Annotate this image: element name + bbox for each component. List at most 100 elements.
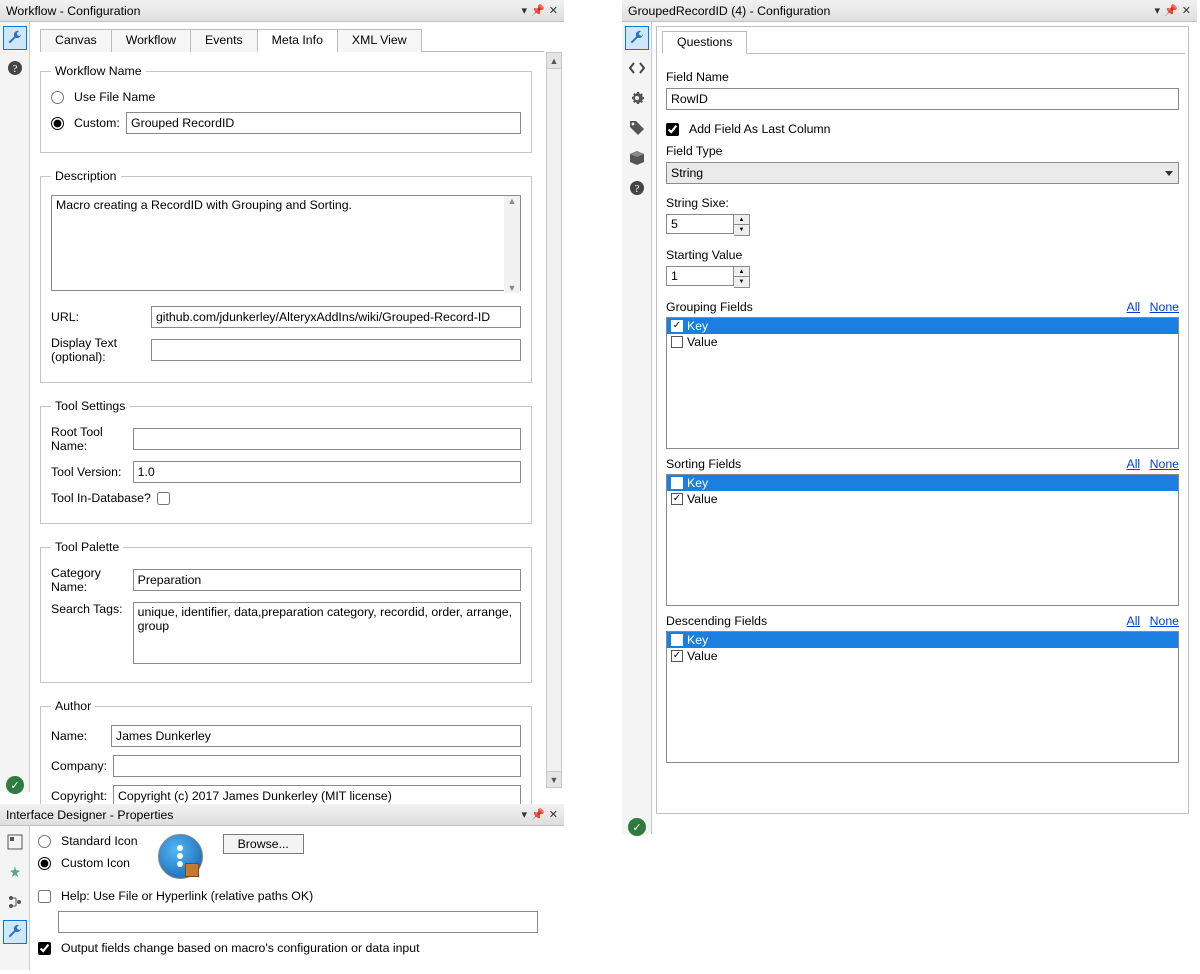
spin-down-icon[interactable]: ▼ xyxy=(734,277,749,287)
descending-none-link[interactable]: None xyxy=(1150,614,1179,628)
field-type-label: Field Type xyxy=(666,144,1179,158)
list-item[interactable]: Value xyxy=(667,334,1178,350)
copyright-label: Copyright: xyxy=(51,789,107,803)
help-checkbox[interactable] xyxy=(38,890,51,903)
descending-listbox[interactable]: Key✓Value xyxy=(666,631,1179,763)
custom-radio[interactable] xyxy=(51,117,64,130)
descending-all-link[interactable]: All xyxy=(1127,614,1141,628)
field-type-dropdown[interactable]: String xyxy=(666,162,1179,184)
in-db-checkbox[interactable] xyxy=(157,492,170,505)
string-size-input[interactable] xyxy=(666,214,734,234)
list-item[interactable]: ✓ Value xyxy=(667,491,1178,507)
interface-title-bar: Interface Designer - Properties ▾ 📌 ✕ xyxy=(0,804,564,826)
root-tool-input[interactable] xyxy=(133,428,521,450)
tags-input[interactable]: unique, identifier, data,preparation cat… xyxy=(133,602,521,664)
checkbox-icon[interactable] xyxy=(671,336,683,348)
tab-questions[interactable]: Questions xyxy=(662,31,747,54)
standard-icon-label: Standard Icon xyxy=(61,834,138,848)
help-label: Help: Use File or Hyperlink (relative pa… xyxy=(61,889,313,903)
start-value-label: Starting Value xyxy=(666,248,1179,262)
spin-down-icon[interactable]: ▼ xyxy=(734,225,749,235)
workflow-name-group: Workflow Name Use File Name Custom: xyxy=(40,64,532,153)
properties-icon[interactable] xyxy=(3,920,27,944)
grouping-all-link[interactable]: All xyxy=(1127,300,1141,314)
close-icon[interactable]: ✕ xyxy=(549,4,558,17)
help-icon[interactable]: ? xyxy=(3,56,27,80)
dropdown-icon[interactable]: ▾ xyxy=(1155,4,1161,17)
string-size-label: String Sixe: xyxy=(666,196,1179,210)
scroll-up-icon[interactable]: ▲ xyxy=(547,53,561,69)
help-input[interactable] xyxy=(58,911,538,933)
tree-view-icon[interactable] xyxy=(3,890,27,914)
display-text-label: Display Text (optional): xyxy=(51,336,145,364)
spin-up-icon[interactable]: ▲ xyxy=(734,215,749,225)
checkbox-icon[interactable]: ✓ xyxy=(671,320,683,332)
dropdown-icon[interactable]: ▾ xyxy=(522,4,528,17)
tab-workflow[interactable]: Workflow xyxy=(111,29,191,52)
pin-icon[interactable]: 📌 xyxy=(531,808,545,821)
custom-input[interactable] xyxy=(126,112,521,134)
tool-palette-group: Tool Palette Category Name: Search Tags:… xyxy=(40,540,532,683)
display-text-input[interactable] xyxy=(151,339,521,361)
help-icon[interactable]: ? xyxy=(625,176,649,200)
checkbox-icon[interactable] xyxy=(671,634,683,646)
config-tabs: Canvas Workflow Events Meta Info XML Vie… xyxy=(40,28,544,52)
scroll-down-icon[interactable]: ▼ xyxy=(547,771,561,787)
wrench-icon[interactable] xyxy=(625,26,649,50)
wrench-icon[interactable] xyxy=(3,26,27,50)
string-size-spinner[interactable]: ▲▼ xyxy=(666,214,1179,236)
tags-label: Search Tags: xyxy=(51,602,127,616)
checkbox-icon[interactable] xyxy=(671,477,683,489)
browse-button[interactable]: Browse... xyxy=(223,834,304,854)
use-file-name-radio[interactable] xyxy=(51,91,64,104)
custom-icon-radio[interactable] xyxy=(38,857,51,870)
tool-version-input[interactable] xyxy=(133,461,521,483)
scrollbar[interactable]: ▲ ▼ xyxy=(546,52,562,788)
dropdown-icon[interactable]: ▾ xyxy=(522,808,528,821)
descending-label: Descending Fields xyxy=(666,614,767,628)
list-item[interactable]: ✓Value xyxy=(667,648,1178,664)
pin-icon[interactable]: 📌 xyxy=(1164,4,1178,17)
grouped-title-bar: GroupedRecordID (4) - Configuration ▾ 📌 … xyxy=(622,0,1197,22)
xml-icon[interactable] xyxy=(625,56,649,80)
list-item[interactable]: Key xyxy=(667,475,1178,491)
pin-icon[interactable]: 📌 xyxy=(531,4,545,17)
category-input[interactable] xyxy=(133,569,521,591)
box-icon[interactable] xyxy=(625,146,649,170)
tab-meta-info[interactable]: Meta Info xyxy=(257,29,338,52)
spin-up-icon[interactable]: ▲ xyxy=(734,267,749,277)
start-value-input[interactable] xyxy=(666,266,734,286)
sorting-listbox[interactable]: Key ✓ Value xyxy=(666,474,1179,606)
tab-xml-view[interactable]: XML View xyxy=(337,29,422,52)
list-item[interactable]: ✓Key xyxy=(667,318,1178,334)
output-fields-checkbox[interactable] xyxy=(38,942,51,955)
grouping-none-link[interactable]: None xyxy=(1150,300,1179,314)
field-name-input[interactable] xyxy=(666,88,1179,110)
description-group: Description Macro creating a RecordID wi… xyxy=(40,169,532,383)
add-last-checkbox[interactable] xyxy=(666,123,679,136)
output-fields-label: Output fields change based on macro's co… xyxy=(61,941,420,955)
tab-canvas[interactable]: Canvas xyxy=(40,29,112,52)
test-view-icon[interactable] xyxy=(3,860,27,884)
sorting-none-link[interactable]: None xyxy=(1150,457,1179,471)
gear-icon[interactable] xyxy=(625,86,649,110)
list-item-label: Value xyxy=(687,492,718,506)
sorting-all-link[interactable]: All xyxy=(1127,457,1141,471)
url-input[interactable] xyxy=(151,306,521,328)
checkbox-icon[interactable]: ✓ xyxy=(671,650,683,662)
tab-events[interactable]: Events xyxy=(190,29,258,52)
checkbox-icon[interactable]: ✓ xyxy=(671,493,683,505)
author-name-input[interactable] xyxy=(111,725,521,747)
close-icon[interactable]: ✕ xyxy=(1182,4,1191,17)
grouping-listbox[interactable]: ✓KeyValue xyxy=(666,317,1179,449)
list-item-label: Key xyxy=(687,633,708,647)
company-input[interactable] xyxy=(113,755,521,777)
layout-view-icon[interactable] xyxy=(3,830,27,854)
description-text[interactable]: Macro creating a RecordID with Grouping … xyxy=(51,195,521,291)
list-item[interactable]: Key xyxy=(667,632,1178,648)
standard-icon-radio[interactable] xyxy=(38,835,51,848)
interface-designer-panel: Interface Designer - Properties ▾ 📌 ✕ xyxy=(0,804,564,970)
tag-icon[interactable] xyxy=(625,116,649,140)
start-value-spinner[interactable]: ▲▼ xyxy=(666,266,1179,288)
close-icon[interactable]: ✕ xyxy=(549,808,558,821)
